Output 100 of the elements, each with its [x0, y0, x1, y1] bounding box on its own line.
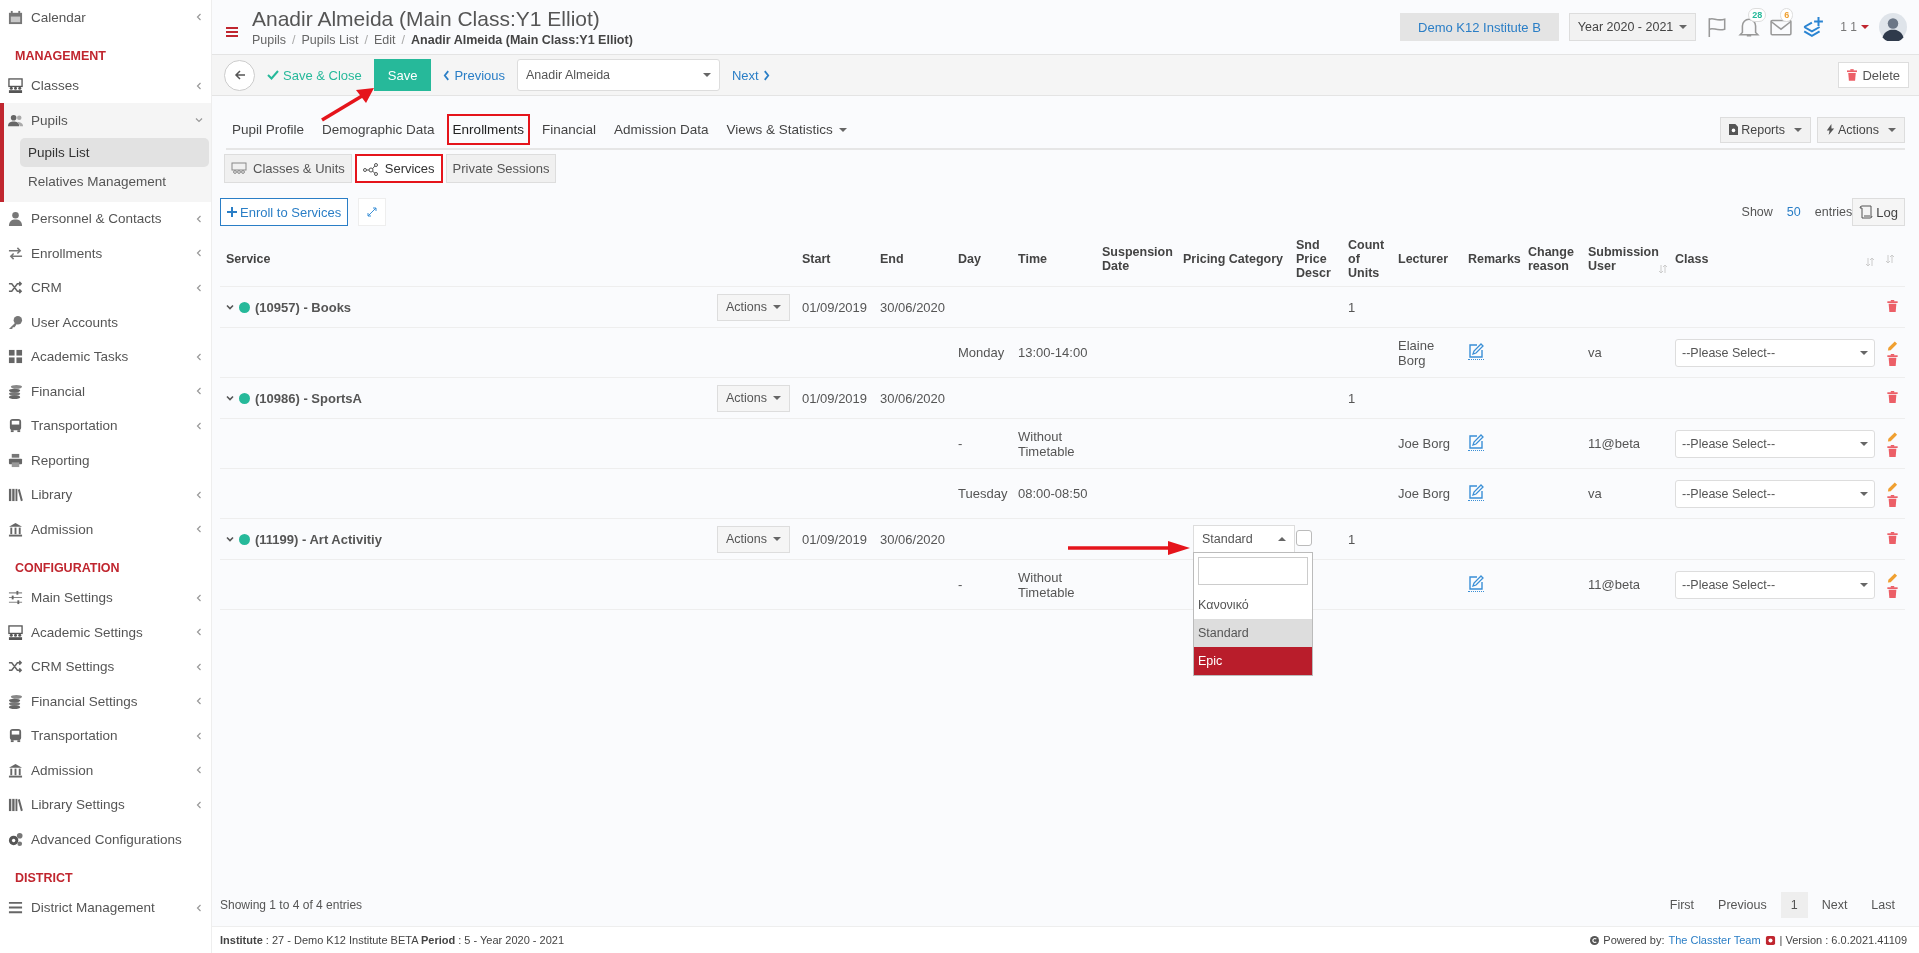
column-header[interactable]: Service — [226, 252, 271, 266]
pupil-select[interactable]: Anadir Almeida — [517, 59, 720, 91]
bell-icon[interactable] — [1738, 16, 1761, 38]
sidebar-item[interactable]: Pupils — [4, 103, 211, 138]
trash-icon[interactable] — [1887, 390, 1898, 403]
breadcrumb-item[interactable]: Pupils List — [301, 33, 359, 47]
dropdown-option[interactable]: Standard — [1194, 619, 1312, 647]
sidebar-item[interactable]: Transportation — [0, 408, 211, 443]
column-header[interactable]: Count of Units — [1348, 238, 1386, 280]
trash-icon[interactable] — [1887, 585, 1898, 598]
trash-icon[interactable] — [1887, 531, 1898, 544]
checkbox[interactable] — [1296, 529, 1312, 546]
sidebar-item[interactable]: Personnel & Contacts — [0, 201, 211, 236]
edit-icon[interactable] — [1468, 574, 1484, 592]
sidebar-item[interactable]: Calendar — [0, 0, 211, 35]
column-header[interactable]: Lecturer — [1398, 252, 1449, 266]
sidebar-item[interactable]: CRM — [0, 270, 211, 305]
tab[interactable]: Admission Data — [607, 114, 715, 145]
chevron-icon[interactable] — [226, 535, 234, 543]
team-link[interactable]: The Classter Team — [1668, 934, 1761, 946]
subtab[interactable]: Services — [354, 154, 443, 183]
sidebar-item[interactable]: User Accounts — [0, 305, 211, 340]
pagination-button[interactable]: 1 — [1780, 892, 1808, 918]
trash-icon[interactable] — [1887, 494, 1898, 507]
page-length-select[interactable]: 50 — [1786, 205, 1801, 219]
class-select[interactable]: --Please Select-- — [1675, 338, 1875, 367]
sidebar-item[interactable]: Library — [0, 477, 211, 512]
pagination-button[interactable]: Last — [1861, 892, 1905, 918]
sidebar-item[interactable]: Main Settings — [0, 580, 211, 615]
sidebar-item[interactable]: Admission — [0, 753, 211, 788]
edit-icon[interactable] — [1468, 433, 1484, 451]
sidebar-item[interactable]: Library Settings — [0, 787, 211, 822]
previous-button[interactable]: Previous — [441, 67, 507, 83]
pencil-icon[interactable] — [1887, 339, 1898, 352]
class-select[interactable]: --Please Select-- — [1675, 479, 1875, 508]
menu-icon[interactable] — [226, 27, 238, 37]
actions-button[interactable]: Actions — [1817, 116, 1905, 143]
column-header[interactable]: Snd Price Descr — [1296, 238, 1336, 280]
search-field[interactable] — [1198, 557, 1308, 585]
sidebar-item[interactable]: Reporting — [0, 443, 211, 478]
column-header[interactable]: Submission User — [1588, 245, 1659, 273]
pencil-icon[interactable] — [1887, 480, 1898, 493]
column-header[interactable]: Pricing Category — [1183, 252, 1284, 266]
sidebar-item[interactable]: Financial — [0, 374, 211, 409]
avatar[interactable] — [1879, 13, 1907, 41]
enroll-button[interactable]: Enroll to Services — [220, 198, 349, 226]
column-header[interactable]: Change reason — [1528, 245, 1576, 273]
subtab[interactable]: Private Sessions — [445, 154, 557, 183]
sidebar-item[interactable]: Transportation — [0, 718, 211, 753]
sidebar-item[interactable]: District Management — [0, 890, 211, 925]
edit-icon[interactable] — [1468, 342, 1484, 360]
trash-icon[interactable] — [1887, 299, 1898, 312]
pencil-icon[interactable] — [1887, 430, 1898, 443]
sidebar-item[interactable]: Academic Settings — [0, 615, 211, 650]
trash-icon[interactable] — [1887, 353, 1898, 366]
layers-icon[interactable] — [1802, 16, 1825, 38]
sidebar-item[interactable]: Enrollments — [0, 236, 211, 271]
log-button[interactable]: Log — [1852, 198, 1905, 226]
class-select[interactable]: --Please Select-- — [1675, 429, 1875, 458]
sidebar-item[interactable]: Financial Settings — [0, 684, 211, 719]
column-header[interactable]: Time — [1018, 252, 1047, 266]
edit-icon[interactable] — [1468, 483, 1484, 501]
tab[interactable]: Financial — [535, 114, 602, 145]
chevron-icon[interactable] — [226, 394, 234, 402]
breadcrumb-item[interactable]: Edit — [374, 33, 396, 47]
column-header[interactable]: Day — [958, 252, 981, 266]
trash-icon[interactable] — [1887, 444, 1898, 457]
expand-button[interactable] — [358, 198, 387, 226]
submenu-item[interactable]: Pupils List — [20, 137, 209, 167]
tab[interactable]: Pupil Profile — [226, 114, 311, 145]
tab[interactable]: Views & Statistics — [720, 114, 853, 145]
class-select[interactable]: --Please Select-- — [1675, 570, 1875, 599]
pagination-button[interactable]: First — [1659, 892, 1705, 918]
sidebar-item[interactable]: CRM Settings — [0, 649, 211, 684]
delete-button[interactable]: Delete — [1838, 62, 1909, 88]
sidebar-item[interactable]: Classes — [0, 68, 211, 103]
column-header[interactable]: Suspension Date — [1102, 245, 1173, 273]
actions-button[interactable]: Actions — [717, 384, 790, 412]
tab[interactable]: Enrollments — [446, 114, 530, 145]
sidebar-item[interactable]: Advanced Configurations — [0, 822, 211, 857]
user-name[interactable]: 1 1 — [1840, 20, 1857, 34]
back-button[interactable] — [224, 59, 255, 91]
breadcrumb-item[interactable]: Pupils — [252, 33, 287, 47]
reports-button[interactable]: Reports — [1720, 116, 1811, 143]
column-header[interactable]: Class — [1675, 252, 1709, 266]
pencil-icon[interactable] — [1887, 571, 1898, 584]
dropdown-option[interactable]: Epic — [1194, 647, 1312, 675]
sidebar-item[interactable]: Academic Tasks — [0, 339, 211, 374]
tab[interactable]: Demographic Data — [316, 114, 441, 145]
column-header[interactable]: Remarks — [1468, 252, 1521, 266]
pagination-button[interactable]: Previous — [1708, 892, 1777, 918]
column-header[interactable]: Start — [802, 252, 831, 266]
column-header[interactable]: End — [880, 252, 904, 266]
actions-button[interactable]: Actions — [717, 525, 790, 553]
chevron-icon[interactable] — [226, 303, 234, 311]
dropdown-option[interactable]: Κανονικό — [1194, 591, 1312, 619]
sidebar-item[interactable]: Admission — [0, 512, 211, 547]
submenu-item[interactable]: Relatives Management — [20, 166, 209, 196]
actions-button[interactable]: Actions — [717, 293, 790, 321]
next-button[interactable]: Next — [730, 67, 772, 83]
